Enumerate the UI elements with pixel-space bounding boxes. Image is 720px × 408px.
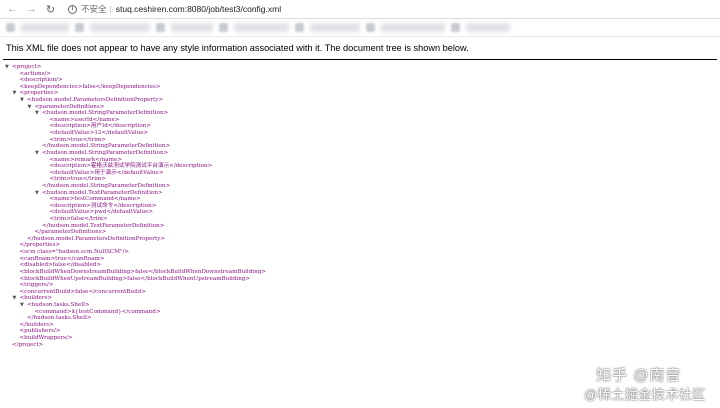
xml-line: <command>${testCommand}</command> bbox=[5, 309, 720, 316]
bookmark-favicon[interactable] bbox=[366, 23, 375, 32]
insecure-label[interactable]: 不安全 bbox=[81, 3, 107, 15]
xml-line: <scm class="hudson.scm.NullSCM"/> bbox=[5, 249, 720, 256]
xml-line: <description>霍格沃兹测试学院测试平台演示</description… bbox=[5, 163, 720, 170]
bookmark-favicon[interactable] bbox=[6, 23, 15, 32]
xml-line-text: </project> bbox=[12, 341, 44, 348]
xml-line: <trim>true</trim> bbox=[5, 137, 720, 144]
watermark-zhihu: 知乎 @南音 bbox=[596, 367, 682, 384]
bookmark-item[interactable] bbox=[90, 23, 150, 32]
xml-line: <keepDependencies>false</keepDependencie… bbox=[5, 84, 720, 91]
watermark-juejin: @稀土掘金技术社区 bbox=[584, 387, 706, 402]
xml-line: ▼ <hudson.model.StringParameterDefinition… bbox=[5, 110, 720, 117]
xml-line: </builders> bbox=[5, 322, 720, 329]
bookmark-favicon[interactable] bbox=[75, 23, 84, 32]
arrow-left-icon: ← bbox=[7, 3, 18, 15]
xml-line: <triggers/> bbox=[5, 282, 720, 289]
xml-line: <trim>true</trim> bbox=[5, 176, 720, 183]
bookmarks-bar bbox=[0, 19, 720, 37]
xml-line: <concurrentBuild>false</concurrentBuild> bbox=[5, 289, 720, 296]
bookmark-favicon[interactable] bbox=[295, 23, 304, 32]
bookmark-favicon[interactable] bbox=[451, 23, 460, 32]
xml-line: ▼ <parameterDefinitions> bbox=[5, 104, 720, 111]
xml-line: ▼ <hudson.model.StringParameterDefinition… bbox=[5, 150, 720, 157]
xml-line: <buildWrappers/> bbox=[5, 335, 720, 342]
bookmark-item[interactable] bbox=[21, 23, 69, 32]
browser-toolbar: ← → ↻ i 不安全 | stuq.ceshiren.com:8080/job… bbox=[0, 0, 720, 19]
xml-line: <defaultValue>用于演示</defaultValue> bbox=[5, 170, 720, 177]
xml-line: ▼ <builders> bbox=[5, 295, 720, 302]
xml-line: ▼ <hudson.tasks.Shell> bbox=[5, 302, 720, 309]
xml-line: <description>测试命令</description> bbox=[5, 203, 720, 210]
xml-line: <description>用户Id</description> bbox=[5, 123, 720, 130]
url-text[interactable]: stuq.ceshiren.com:8080/job/test3/config.… bbox=[116, 4, 281, 14]
xml-line: <name>testCommand</name> bbox=[5, 196, 720, 203]
xml-line: <trim>false</trim> bbox=[5, 216, 720, 223]
bookmark-item[interactable] bbox=[310, 23, 360, 32]
address-bar[interactable]: i 不安全 | stuq.ceshiren.com:8080/job/test3… bbox=[68, 2, 281, 17]
xml-line: <actions/> bbox=[5, 71, 720, 78]
bookmark-favicon[interactable] bbox=[219, 23, 228, 32]
xml-line: ▼ <hudson.model.ParametersDefinitionPrope… bbox=[5, 97, 720, 104]
watermark: 知乎 @南音 @稀土掘金技术社区 bbox=[584, 364, 714, 404]
forward-button[interactable]: → bbox=[24, 2, 39, 17]
xml-line: ▼ <properties> bbox=[5, 90, 720, 97]
xml-line: <blockBuildWhenUpstreamBuilding>false</b… bbox=[5, 276, 720, 283]
bookmark-item[interactable] bbox=[234, 23, 289, 32]
xml-line: ▼ <hudson.model.TextParameterDefinition> bbox=[5, 190, 720, 197]
xml-line: <defaultValue>12</defaultValue> bbox=[5, 130, 720, 137]
reload-icon: ↻ bbox=[45, 3, 56, 16]
xml-line: <disabled>false</disabled> bbox=[5, 262, 720, 269]
xml-line: <defaultValue>pwd</defaultValue> bbox=[5, 209, 720, 216]
xml-line: </hudson.model.ParametersDefinitionPrope… bbox=[5, 236, 720, 243]
address-separator: | bbox=[109, 4, 112, 14]
xml-line: <canRoam>true</canRoam> bbox=[5, 256, 720, 263]
xml-line: </hudson.model.StringParameterDefinition… bbox=[5, 183, 720, 190]
xml-line: <blockBuildWhenDownstreamBuilding>false<… bbox=[5, 269, 720, 276]
xml-line: </properties> bbox=[5, 242, 720, 249]
xml-line: </hudson.model.TextParameterDefinition> bbox=[5, 223, 720, 230]
xml-document-tree: ▼ <project> <actions/> <description/> <keepD… bbox=[0, 60, 720, 348]
xml-line: </hudson.model.StringParameterDefinition… bbox=[5, 143, 720, 150]
bookmark-item[interactable] bbox=[381, 23, 445, 32]
xml-style-notice: This XML file does not appear to have an… bbox=[6, 43, 469, 53]
xml-line: </project> bbox=[5, 342, 720, 349]
reload-button[interactable]: ↻ bbox=[43, 2, 58, 17]
back-button[interactable]: ← bbox=[5, 2, 20, 17]
bookmark-favicon[interactable] bbox=[156, 23, 165, 32]
info-icon[interactable]: i bbox=[68, 4, 77, 14]
xml-line: </hudson.tasks.Shell> bbox=[5, 315, 720, 322]
bookmark-item[interactable] bbox=[466, 23, 510, 32]
xml-line: </parameterDefinitions> bbox=[5, 229, 720, 236]
arrow-right-icon: → bbox=[26, 3, 37, 15]
xml-line: <description/> bbox=[5, 77, 720, 84]
xml-line: <publishers/> bbox=[5, 328, 720, 335]
xml-line: ▼ <project> bbox=[5, 64, 720, 71]
bookmark-item[interactable] bbox=[171, 23, 213, 32]
